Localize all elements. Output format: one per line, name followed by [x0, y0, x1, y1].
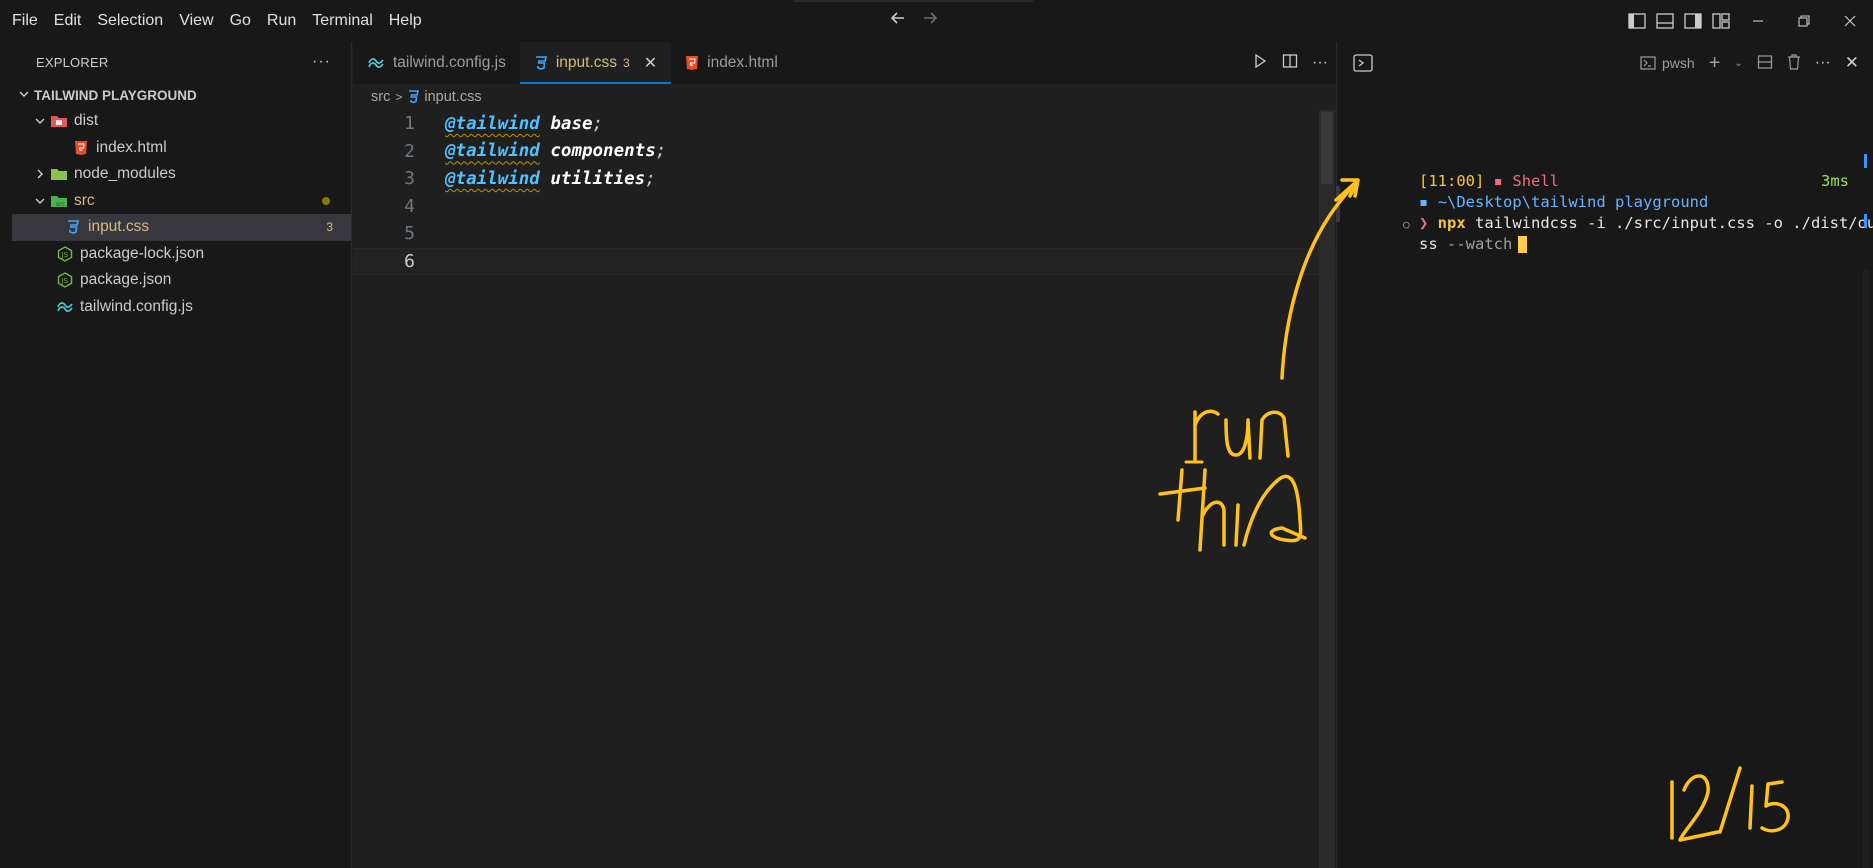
chevron-down-icon [32, 115, 48, 127]
explorer-header: EXPLORER ··· [12, 42, 351, 82]
menu-selection[interactable]: Selection [89, 0, 171, 42]
svg-text:src: src [56, 201, 65, 208]
svg-text:JS: JS [61, 251, 69, 259]
forward-arrow-icon[interactable] [920, 8, 940, 28]
tree-item-package-lock-json[interactable]: JS package-lock.json [12, 241, 351, 268]
chevron-right-icon [32, 168, 48, 180]
terminal-profile[interactable]: pwsh [1640, 55, 1695, 71]
scroll-marker [1864, 214, 1867, 228]
powershell-icon [1640, 56, 1656, 70]
code-line: 3 @tailwind utilities; [404, 168, 656, 190]
breadcrumb: src > input.css [353, 84, 482, 110]
more-actions-icon[interactable]: ··· [1312, 54, 1328, 72]
explorer-sidebar: EXPLORER ··· TAILWIND PLAYGROUND dist in… [12, 42, 352, 868]
tree-item-tailwind-config[interactable]: tailwind.config.js [12, 294, 351, 321]
activity-bar [0, 42, 12, 868]
tree-item-dist[interactable]: dist [12, 108, 351, 135]
chevron-down-icon [18, 88, 30, 103]
code-line: 1 @tailwind base; [404, 113, 604, 135]
editor-actions: ··· [1252, 42, 1328, 84]
explorer-title: EXPLORER [36, 54, 109, 70]
toggle-secondary-sidebar-icon[interactable] [1679, 0, 1707, 42]
folder-red-icon [48, 114, 70, 128]
menu-run[interactable]: Run [259, 0, 304, 42]
sash[interactable] [1336, 186, 1340, 222]
menu-file[interactable]: File [4, 0, 46, 42]
run-icon[interactable] [1252, 53, 1268, 73]
breadcrumb-folder[interactable]: src [371, 89, 390, 105]
tree-item-input-css[interactable]: input.css 3 [12, 214, 351, 241]
node-json-icon: JS [54, 245, 76, 262]
css-icon [534, 55, 548, 71]
code-line: 5 [404, 223, 415, 245]
current-code-line: 6 [353, 247, 1336, 275]
folder-green-icon [48, 167, 70, 181]
window-controls [1623, 0, 1873, 42]
terminal-actions: pwsh + ⌄ ··· ✕ [1640, 42, 1859, 84]
close-window-icon[interactable] [1827, 0, 1873, 42]
html-icon [70, 140, 92, 156]
new-terminal-icon[interactable]: + [1709, 52, 1721, 75]
tab-index-html[interactable]: index.html [671, 42, 792, 84]
html-icon [685, 55, 699, 71]
chevron-down-icon [32, 195, 48, 207]
chevron-right-icon: > [395, 90, 403, 104]
command-center[interactable] [793, 0, 1033, 2]
chevron-down-icon[interactable]: ⌄ [1734, 58, 1742, 69]
scrollbar-thumb[interactable] [1321, 112, 1333, 184]
more-actions-icon[interactable]: ··· [1815, 54, 1831, 72]
scroll-marker [1864, 154, 1867, 168]
navigation-arrows [888, 8, 940, 28]
editor-tabs: tailwind.config.js input.css 3 ✕ index.h… [353, 42, 1336, 84]
breadcrumb-file[interactable]: input.css [424, 89, 481, 105]
more-actions-icon[interactable]: ··· [312, 53, 331, 71]
menu-view[interactable]: View [171, 0, 221, 42]
tree-item-index-html[interactable]: index.html [12, 135, 351, 162]
terminal-scrollbar[interactable] [1863, 270, 1869, 868]
menu-bar: File Edit Selection View Go Run Terminal… [0, 0, 430, 42]
toggle-panel-icon[interactable] [1651, 0, 1679, 42]
tab-input-css[interactable]: input.css 3 ✕ [519, 42, 672, 84]
command-line-wrap: ss --watch [1363, 213, 1528, 276]
close-panel-icon[interactable]: ✕ [1845, 53, 1859, 73]
customize-layout-icon[interactable] [1707, 0, 1735, 42]
project-section[interactable]: TAILWIND PLAYGROUND [12, 82, 351, 108]
project-title: TAILWIND PLAYGROUND [34, 87, 197, 103]
toggle-primary-sidebar-icon[interactable] [1623, 0, 1651, 42]
tree-item-node-modules[interactable]: node_modules [12, 161, 351, 188]
code-line: 2 @tailwind components; [404, 140, 667, 162]
node-json-icon: JS [54, 272, 76, 289]
terminal-panel: pwsh + ⌄ ··· ✕ [11:00] ▪ Shell 3ms ▪ ~\De… [1336, 42, 1873, 868]
terminal-icon[interactable] [1353, 54, 1373, 76]
css-icon [62, 219, 84, 235]
code-editor[interactable]: 1 @tailwind base; 2 @tailwind components… [353, 110, 1336, 868]
close-tab-icon[interactable]: ✕ [644, 53, 657, 73]
modified-dot [322, 196, 330, 205]
folder-src-icon: src [48, 194, 70, 208]
problems-badge: 3 [623, 56, 630, 70]
back-arrow-icon[interactable] [888, 8, 908, 28]
menu-edit[interactable]: Edit [46, 0, 90, 42]
tree-item-package-json[interactable]: JS package.json [12, 267, 351, 294]
problems-badge: 3 [326, 220, 333, 235]
css-icon [407, 90, 420, 104]
title-bar: File Edit Selection View Go Run Terminal… [0, 0, 1873, 42]
split-editor-icon[interactable] [1282, 53, 1298, 73]
tailwind-icon [54, 301, 76, 313]
menu-terminal[interactable]: Terminal [304, 0, 380, 42]
svg-text:JS: JS [61, 277, 69, 285]
terminal-cursor [1518, 236, 1528, 253]
restore-icon[interactable] [1781, 0, 1827, 42]
code-line: 4 [404, 195, 415, 217]
terminal-header: pwsh + ⌄ ··· ✕ [1337, 42, 1873, 84]
tree-item-src[interactable]: src src [12, 188, 351, 215]
trash-icon[interactable] [1787, 53, 1801, 73]
menu-help[interactable]: Help [381, 0, 430, 42]
editor-scrollbar[interactable] [1319, 110, 1335, 868]
tailwind-icon [367, 57, 385, 69]
tab-tailwind-config[interactable]: tailwind.config.js [353, 42, 520, 84]
minimize-icon[interactable] [1735, 0, 1781, 42]
menu-go[interactable]: Go [222, 0, 259, 42]
split-terminal-icon[interactable] [1757, 54, 1773, 73]
